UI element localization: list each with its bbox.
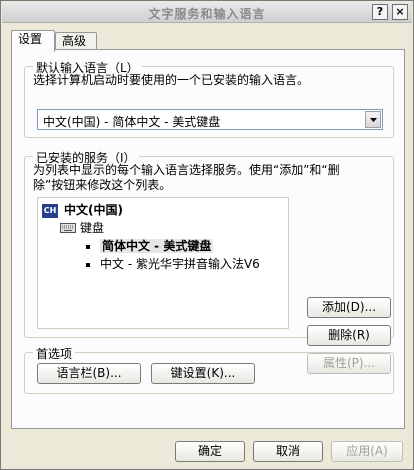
services-tree[interactable]: CH 中文(中国) 键盘 简体中文 - 美式键盘 中文 - 紫光华宇拼音输入法V… — [37, 197, 289, 329]
keyboard-icon — [60, 221, 76, 237]
tree-item-service[interactable]: 简体中文 - 美式键盘 — [86, 238, 214, 254]
default-language-group: 默认输入语言（L） 选择计算机启动时要使用的一个已安装的输入语言。 中文(中国)… — [24, 59, 394, 138]
bullet-icon — [86, 262, 90, 267]
apply-button[interactable]: 应用(A) — [331, 441, 403, 462]
window-title: 文字服务和输入语言 — [148, 7, 266, 21]
installed-services-description-2: 除”按钮来修改这个列表。 — [33, 178, 172, 192]
default-language-value: 中文(中国) - 简体中文 - 美式键盘 — [43, 115, 221, 129]
tab-settings[interactable]: 设置 — [11, 30, 55, 52]
tree-item-service[interactable]: 中文 - 紫光华宇拼音输入法V6 — [86, 256, 260, 272]
language-bar-button[interactable]: 语言栏(B)... — [37, 363, 141, 384]
tree-item-label: 中文 - 紫光华宇拼音输入法V6 — [100, 257, 260, 271]
preferences-group-label: 首选项 — [33, 345, 76, 362]
cancel-button[interactable]: 取消 — [253, 441, 323, 462]
preferences-group: 首选项 语言栏(B)... 键设置(K)... — [24, 345, 394, 394]
language-ch-icon: CH — [42, 203, 58, 218]
installed-services-group: 已安装的服务（I） 为列表中显示的每个输入语言选择服务。使用“添加”和“删 除”… — [24, 149, 394, 374]
tree-node-keyboard[interactable]: 键盘 — [60, 220, 104, 236]
default-language-select[interactable]: 中文(中国) - 简体中文 - 美式键盘 — [37, 109, 383, 130]
add-button[interactable]: 添加(D)... — [307, 297, 391, 318]
chevron-down-icon[interactable] — [365, 111, 381, 128]
tree-language-label: 中文(中国) — [64, 203, 123, 217]
tree-node-language[interactable]: CH 中文(中国) — [42, 202, 123, 218]
bullet-icon — [86, 244, 90, 249]
dialog-window: 文字服务和输入语言 ? × 设置 高级 默认输入语言（L） 选择计算机启动时要使… — [0, 0, 414, 470]
tree-item-label: 简体中文 - 美式键盘 — [100, 239, 214, 253]
default-language-description: 选择计算机启动时要使用的一个已安装的输入语言。 — [33, 73, 310, 87]
installed-services-description-1: 为列表中显示的每个输入语言选择服务。使用“添加”和“删 — [33, 163, 340, 177]
key-settings-button[interactable]: 键设置(K)... — [151, 363, 255, 384]
settings-panel: 默认输入语言（L） 选择计算机启动时要使用的一个已安装的输入语言。 中文(中国)… — [11, 49, 405, 429]
help-button[interactable]: ? — [372, 4, 388, 20]
close-button[interactable]: × — [392, 4, 408, 20]
ok-button[interactable]: 确定 — [175, 441, 245, 462]
tab-advanced[interactable]: 高级 — [55, 32, 97, 50]
tree-category-label: 键盘 — [80, 221, 105, 235]
remove-button[interactable]: 删除(R) — [307, 325, 391, 346]
title-bar[interactable]: 文字服务和输入语言 ? × — [2, 2, 412, 23]
